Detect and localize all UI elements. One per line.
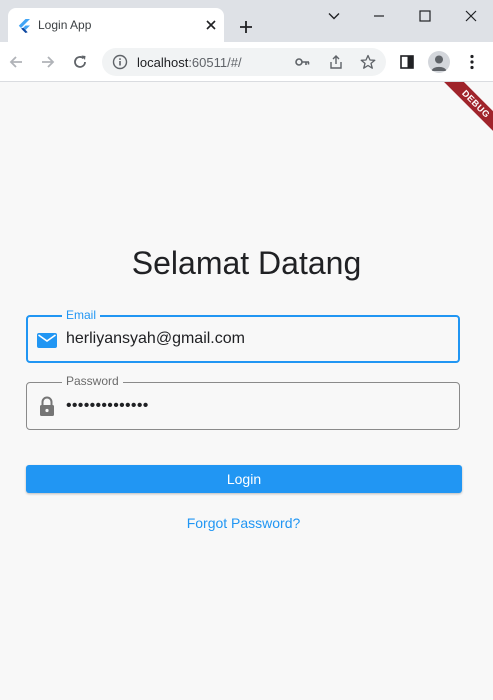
login-button[interactable]: Login	[26, 465, 462, 493]
url-text[interactable]: localhost:60511/#/	[137, 55, 242, 70]
more-menu-icon[interactable]	[463, 53, 481, 71]
info-icon[interactable]	[112, 54, 128, 70]
email-icon	[37, 333, 57, 348]
email-input[interactable]: herliyansyah@gmail.com	[66, 330, 245, 348]
tab-title: Login App	[38, 18, 92, 32]
key-icon[interactable]	[294, 54, 310, 70]
chevron-down-icon[interactable]	[326, 8, 342, 24]
share-icon[interactable]	[328, 54, 344, 70]
url-path: :60511/#/	[188, 55, 242, 70]
password-field[interactable]: Password ••••••••••••••	[26, 374, 460, 430]
app-content: DEBUG Selamat Datang Email herliyansyah@…	[0, 82, 493, 700]
browser-tab[interactable]: Login App	[8, 8, 224, 42]
side-panel-icon[interactable]	[398, 53, 416, 71]
flutter-logo-icon	[18, 19, 30, 33]
browser-toolbar: localhost:60511/#/	[0, 42, 493, 82]
password-label: Password	[62, 374, 123, 388]
back-arrow-icon[interactable]	[7, 53, 25, 71]
email-label: Email	[62, 308, 101, 322]
email-field[interactable]: Email herliyansyah@gmail.com	[26, 308, 460, 363]
url-host: localhost	[137, 55, 189, 70]
lock-icon	[40, 396, 54, 416]
star-icon[interactable]	[360, 54, 376, 70]
page-title: Selamat Datang	[131, 245, 362, 281]
browser-tab-bar: Login App	[0, 0, 493, 42]
minimize-icon[interactable]	[371, 8, 387, 24]
forgot-password-link[interactable]: Forgot Password?	[0, 515, 487, 531]
new-tab-plus-icon[interactable]	[238, 19, 254, 35]
forward-arrow-icon[interactable]	[39, 53, 57, 71]
password-input[interactable]: ••••••••••••••	[66, 397, 149, 415]
person-icon	[431, 55, 447, 71]
profile-avatar[interactable]	[428, 51, 450, 73]
address-bar[interactable]: localhost:60511/#/	[102, 48, 386, 76]
maximize-icon[interactable]	[417, 8, 433, 24]
close-icon[interactable]	[204, 18, 218, 32]
window-close-icon[interactable]	[463, 8, 479, 24]
reload-icon[interactable]	[71, 53, 89, 71]
debug-banner: DEBUG	[435, 82, 493, 145]
